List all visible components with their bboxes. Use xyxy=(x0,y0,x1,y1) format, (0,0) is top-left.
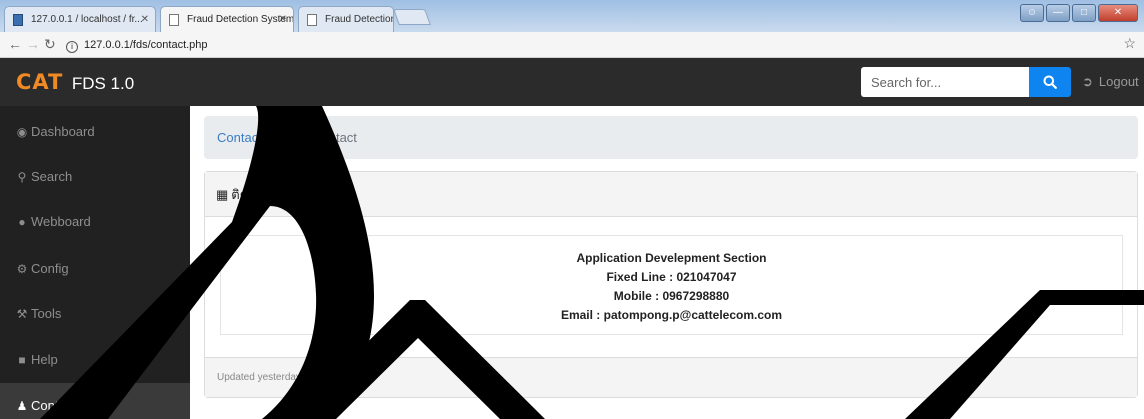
cat-logo: CAT xyxy=(16,70,64,94)
address-bar: ← → ↻ i 127.0.0.1/fds/contact.php ☆ xyxy=(0,32,1144,58)
logout-link[interactable]: ➲ Logout xyxy=(1082,58,1139,106)
user-icon: ♟ xyxy=(16,399,28,413)
tab-close-icon[interactable]: ✕ xyxy=(279,7,287,32)
sidebar-item-contact-us[interactable]: ♟ Contact us xyxy=(0,383,190,419)
back-arrow-icon[interactable]: ← xyxy=(8,36,22,52)
reload-icon[interactable]: ↻ xyxy=(44,36,56,53)
sidebar-item-label: Search xyxy=(31,169,73,184)
email-address: Email : patompong.p@cattelecom.com xyxy=(560,308,783,322)
close-window-button[interactable]: ✕ xyxy=(1098,4,1138,22)
search-input[interactable] xyxy=(861,67,1029,97)
brand-name: FDS 1.0 xyxy=(71,74,135,93)
dashboard-icon: ◉ xyxy=(16,125,28,139)
mobile-number: Mobile : 0967298880 xyxy=(613,289,730,303)
tab-close-icon[interactable]: ✕ xyxy=(141,7,149,32)
wrench-icon: ⚒ xyxy=(16,307,28,321)
fixed-line: Fixed Line : 021047047 xyxy=(606,270,737,284)
comment-icon: ● xyxy=(18,215,26,229)
book-icon: ■ xyxy=(18,353,26,367)
browser-tab-fds-active[interactable]: Fraud Detection System ✕ xyxy=(160,6,294,32)
sidebar-item-label: Webboard xyxy=(31,214,91,229)
logout-label: Logout xyxy=(1098,74,1139,89)
section-name: Application Develepment Section xyxy=(576,251,767,265)
top-navbar: CAT FDS 1.0 ➲ Logout xyxy=(0,58,1144,106)
sidebar-item-label: Config xyxy=(31,261,69,276)
browser-tab-bar: 127.0.0.1 / localhost / fr... ✕ Fraud De… xyxy=(0,0,1144,32)
sidebar-item-search[interactable]: ⚲ Search xyxy=(0,154,190,199)
database-icon xyxy=(13,14,23,26)
search-button[interactable] xyxy=(1029,67,1071,97)
sign-out-icon: ➲ xyxy=(1082,74,1093,89)
card-footer: Updated yesterday at 11:59 PM xyxy=(205,357,1137,397)
sidebar-item-label: Dashboard xyxy=(31,124,95,139)
url-text: 127.0.0.1/fds/contact.php xyxy=(84,39,208,51)
maximize-button[interactable]: □ xyxy=(1072,4,1096,22)
page-icon xyxy=(169,14,179,26)
search-icon: ⚲ xyxy=(17,170,27,184)
card-title: ติดต่อผู้ดูแลระบบ xyxy=(231,187,328,202)
sidebar-item-config[interactable]: ⚙ Config xyxy=(0,246,190,291)
account-icon[interactable]: ☺ xyxy=(1020,4,1044,22)
breadcrumb: Contact / Fraud contact xyxy=(204,116,1138,159)
window-controls: ☺ — □ ✕ xyxy=(1020,4,1138,22)
breadcrumb-separator: / xyxy=(267,130,272,145)
sidebar: ◉ Dashboard ⚲ Search ● Webboard ⚙ Config ⚒ To… xyxy=(0,106,190,419)
sidebar-item-help[interactable]: ■ Help xyxy=(0,337,190,382)
contact-details: Application Develepment Section Fixed Li… xyxy=(221,249,1122,325)
table-icon: ▦ xyxy=(216,187,229,202)
sidebar-item-tools[interactable]: ⚒ Tools xyxy=(0,291,190,336)
tab-title: 127.0.0.1 / localhost / fr... xyxy=(31,14,143,25)
breadcrumb-link-contact[interactable]: Contact xyxy=(217,130,262,145)
new-tab-button[interactable] xyxy=(393,9,431,25)
bookmark-star-icon[interactable]: ☆ xyxy=(1123,35,1136,52)
brand[interactable]: CAT FDS 1.0 xyxy=(16,58,134,106)
url-field[interactable]: i 127.0.0.1/fds/contact.php xyxy=(66,36,1126,54)
card-body: Application Develepment Section Fixed Li… xyxy=(220,235,1123,335)
forward-arrow-icon[interactable]: → xyxy=(26,36,40,52)
browser-tab-phpmyadmin[interactable]: 127.0.0.1 / localhost / fr... ✕ xyxy=(4,6,156,32)
tab-title: Fraud Detection System xyxy=(325,14,394,25)
breadcrumb-current: Fraud contact xyxy=(277,130,357,145)
sidebar-item-webboard[interactable]: ● Webboard xyxy=(0,199,190,244)
sidebar-item-label: Help xyxy=(31,352,58,367)
sidebar-item-label: Tools xyxy=(31,306,62,321)
sidebar-item-label: Contact us xyxy=(31,398,94,413)
browser-tab-fds[interactable]: Fraud Detection System xyxy=(298,6,394,32)
card-header: ▦ ติดต่อผู้ดูแลระบบ xyxy=(205,172,1137,217)
info-icon[interactable]: i xyxy=(66,41,78,53)
minimize-button[interactable]: — xyxy=(1046,4,1070,22)
page-icon xyxy=(307,14,317,26)
search-icon xyxy=(1043,75,1057,89)
contact-card: ▦ ติดต่อผู้ดูแลระบบ Application Develepme… xyxy=(204,171,1138,398)
sidebar-item-dashboard[interactable]: ◉ Dashboard xyxy=(0,109,190,154)
gear-icon: ⚙ xyxy=(16,262,28,276)
updated-timestamp: Updated yesterday at 11:59 PM xyxy=(217,372,357,383)
